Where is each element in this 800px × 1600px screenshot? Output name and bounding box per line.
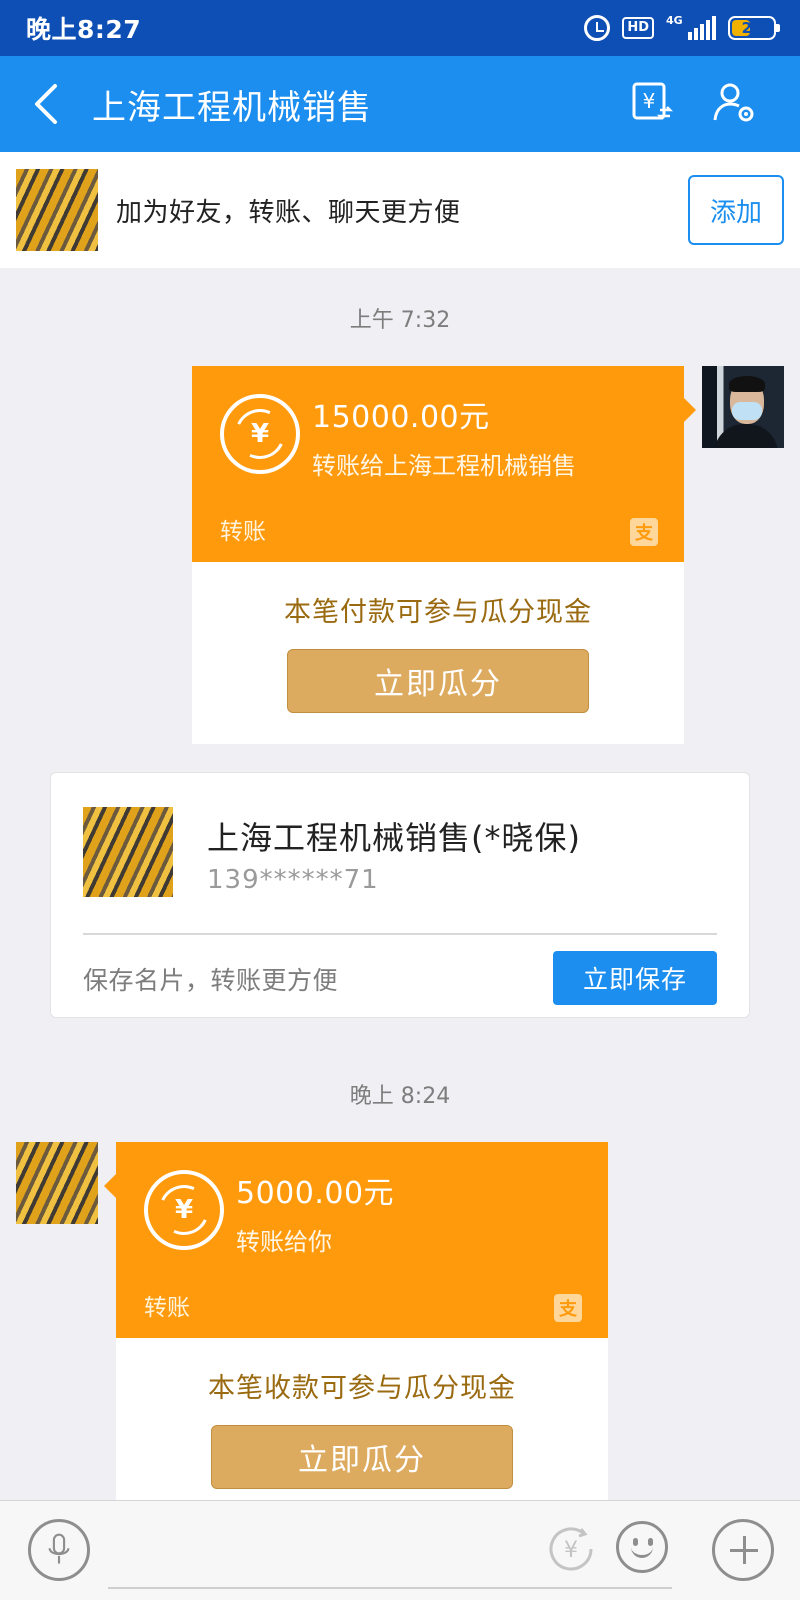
bubble-arrow [684,398,696,422]
split-cash-button[interactable]: 立即瓜分 [211,1425,513,1489]
transfer-button[interactable]: ¥ [630,80,674,128]
divider [83,933,717,935]
bubble-arrow [104,1174,116,1198]
yuan-icon: ¥ [549,1527,593,1571]
page-title: 上海工程机械销售 [92,87,372,128]
user-settings-button[interactable] [712,80,756,128]
transfer-amount: 15000.00元 [312,400,490,435]
message-timestamp: 上午 7:32 [349,308,451,333]
smiley-icon [633,1538,638,1546]
signal-bar [712,16,716,40]
status-bar: 晚上8:27 HD 4G 29 [0,0,800,56]
contact-card-avatar [83,807,173,897]
battery-level: 29 [741,19,763,37]
message-input-bar: ¥ [0,1500,800,1600]
status-time: 晚上8:27 [26,15,142,44]
svg-text:¥: ¥ [564,1538,578,1563]
transfer-header: ¥ 5000.00元 转账给你 转账 支 [104,1142,608,1338]
transfer-description: 转账给上海工程机械销售 [312,452,576,480]
transfer-amount: 5000.00元 [236,1176,395,1211]
transfer-in-card[interactable]: ¥ 5000.00元 转账给你 转账 支 本笔收款可参与瓜分现金 立即瓜分 [104,1142,608,1520]
alipay-icon: 支 [630,518,658,546]
contact-name: 上海工程机械销售(*晓保) [207,819,581,857]
contact-phone: 139******71 [207,865,379,895]
alipay-icon: 支 [554,1294,582,1322]
voice-button[interactable] [28,1519,90,1581]
save-card-tip: 保存名片，转账更方便 [83,966,339,995]
yuan-transfer-icon: ¥ [144,1170,224,1250]
contact-avatar[interactable] [16,1142,98,1224]
yuan-transfer-icon: ¥ [220,394,300,474]
svg-text:¥: ¥ [643,89,656,113]
add-friend-banner: 加为好友，转账、聊天更方便 添加 [0,152,800,268]
more-button[interactable] [712,1519,774,1581]
hd-badge: HD [622,17,654,39]
save-contact-button[interactable]: 立即保存 [553,951,717,1005]
signal-bar [688,32,692,40]
transfer-type: 转账 [220,519,266,545]
signal-bar [700,24,704,40]
transfer-promo-section: 本笔付款可参与瓜分现金 立即瓜分 [192,562,684,744]
add-friend-tip: 加为好友，转账、聊天更方便 [116,197,461,228]
transfer-out-card[interactable]: ¥ 15000.00元 转账给上海工程机械销售 转账 支 本笔付款可参与瓜分现金… [192,366,696,744]
back-button[interactable] [0,56,92,152]
transfer-type: 转账 [144,1295,190,1321]
signal-bar [694,28,698,40]
money-button[interactable]: ¥ [545,1523,597,1575]
contact-card[interactable]: 上海工程机械销售(*晓保) 139******71 保存名片，转账更方便 立即保… [50,772,750,1018]
yuan-transfer-icon: ¥ [632,82,674,120]
microphone-icon [48,1533,70,1564]
signal-icon: 4G [666,14,716,40]
signal-bar [706,20,710,40]
split-cash-button[interactable]: 立即瓜分 [287,649,589,713]
alarm-icon [584,15,611,41]
battery-icon: 29 [728,16,780,40]
status-icons: HD 4G 29 [584,14,780,41]
contact-avatar[interactable] [16,169,98,251]
emoji-button[interactable] [616,1521,668,1573]
promo-text: 本笔付款可参与瓜分现金 [284,597,592,628]
transfer-promo-section: 本笔收款可参与瓜分现金 立即瓜分 [116,1338,608,1520]
title-actions: ¥ [630,80,800,128]
user-avatar[interactable] [702,366,784,448]
message-input[interactable] [108,1587,672,1589]
network-type: 4G [666,14,683,27]
user-settings-icon [713,83,754,122]
message-timestamp: 晚上 8:24 [349,1084,451,1109]
promo-text: 本笔收款可参与瓜分现金 [208,1373,516,1404]
title-bar: 上海工程机械销售 ¥ [0,56,800,152]
chevron-left-icon [35,84,57,124]
transfer-description: 转账给你 [236,1228,332,1256]
transfer-header: ¥ 15000.00元 转账给上海工程机械销售 转账 支 [192,366,696,562]
add-friend-button[interactable]: 添加 [688,175,784,245]
